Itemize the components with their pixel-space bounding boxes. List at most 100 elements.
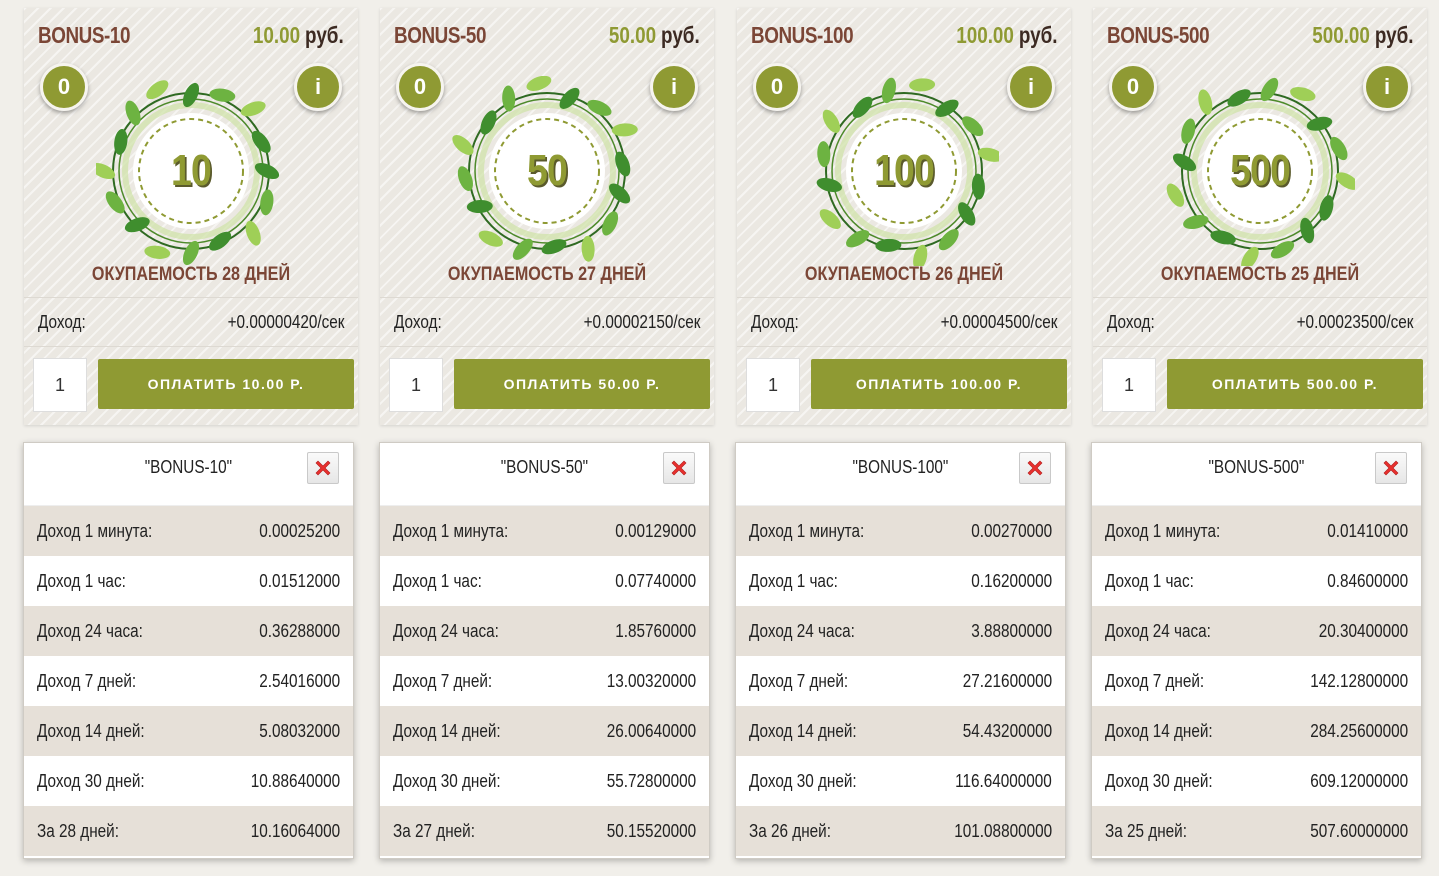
income-period-label: Доход 30 дней:: [749, 770, 857, 791]
popup-header: "BONUS-100": [736, 443, 1065, 506]
plan-title: BONUS-500: [1107, 22, 1210, 48]
income-period-label: Доход 1 минута:: [393, 520, 509, 541]
close-button[interactable]: [663, 452, 695, 484]
plan-card: BONUS-500 500.00 руб. 0 i 500 ОКУПАЕМОСТЬ…: [1093, 8, 1427, 425]
income-label: Доход:: [751, 311, 799, 332]
income-period-value: 116.64000000: [955, 770, 1052, 791]
quantity-input[interactable]: [746, 358, 800, 412]
income-table-row: За 26 дней: 101.08800000: [736, 806, 1065, 856]
payback-label: ОКУПАЕМОСТЬ 25 ДНЕЙ: [1160, 264, 1360, 285]
payback-label: ОКУПАЕМОСТЬ 26 ДНЕЙ: [804, 264, 1004, 285]
popup-title-wrap: "BONUS-100": [736, 457, 1065, 478]
close-x-icon: [671, 460, 687, 476]
plan-price-amount: 10.00: [253, 22, 301, 48]
income-period-label: Доход 7 дней:: [37, 670, 137, 691]
pay-button[interactable]: ОПЛАТИТЬ 50.00 Р.: [454, 359, 710, 409]
income-table-row: Доход 30 дней: 55.72800000: [380, 756, 709, 806]
income-popup: "BONUS-100" Доход 1 минута: 0.00270000 Д…: [735, 442, 1066, 859]
popup-header: "BONUS-50": [380, 443, 709, 506]
income-label: Доход:: [38, 311, 86, 332]
plan-price-amount: 50.00: [609, 22, 657, 48]
close-x-icon: [1027, 460, 1043, 476]
income-period-label: Доход 1 минута:: [749, 520, 865, 541]
income-period-value: 0.07740000: [615, 570, 696, 591]
info-button[interactable]: i: [294, 63, 342, 111]
wreath-number: 10: [171, 146, 212, 195]
purchased-count-badge: 0: [753, 63, 801, 111]
income-period-value: 3.88800000: [971, 620, 1052, 641]
income-row: Доход: +0.00000420/сек: [24, 297, 358, 347]
income-table-row: Доход 14 дней: 26.00640000: [380, 706, 709, 756]
income-period-value: 609.12000000: [1310, 770, 1408, 791]
income-table-row: Доход 7 дней: 142.12800000: [1092, 656, 1421, 706]
income-table-row: Доход 14 дней: 284.25600000: [1092, 706, 1421, 756]
pay-button[interactable]: ОПЛАТИТЬ 500.00 Р.: [1167, 359, 1423, 409]
plan-price: 100.00 руб.: [956, 22, 1057, 49]
income-period-value: 0.00025200: [259, 520, 340, 541]
income-table-row: Доход 24 часа: 3.88800000: [736, 606, 1065, 656]
income-popup: "BONUS-50" Доход 1 минута: 0.00129000 До…: [379, 442, 710, 859]
income-period-value: 1.85760000: [615, 620, 696, 641]
income-table-row: За 28 дней: 10.16064000: [24, 806, 353, 856]
popup-title-wrap: "BONUS-500": [1092, 457, 1421, 478]
income-period-value: 284.25600000: [1310, 720, 1408, 741]
income-value: +0.00002150/сек: [583, 311, 700, 332]
income-table-row: Доход 7 дней: 2.54016000: [24, 656, 353, 706]
close-button[interactable]: [307, 452, 339, 484]
income-period-label: Доход 14 дней:: [393, 720, 501, 741]
quantity-input[interactable]: [389, 358, 443, 412]
purchased-count-badge: 0: [40, 63, 88, 111]
income-period-label: Доход 1 час:: [1105, 570, 1194, 591]
income-table-row: Доход 30 дней: 116.64000000: [736, 756, 1065, 806]
income-period-value: 54.43200000: [962, 720, 1052, 741]
income-period-label: За 26 дней:: [749, 820, 831, 841]
income-table-row: Доход 1 минута: 0.00270000: [736, 506, 1065, 556]
income-period-value: 0.01410000: [1327, 520, 1408, 541]
plan-price-amount: 500.00: [1311, 22, 1370, 48]
income-period-label: За 27 дней:: [393, 820, 475, 841]
plan-card: BONUS-10 10.00 руб. 0 i 10 ОКУПАЕМОСТЬ 28…: [24, 8, 358, 425]
income-label: Доход:: [394, 311, 442, 332]
income-period-label: Доход 1 минута:: [1105, 520, 1221, 541]
income-table-row: Доход 1 час: 0.16200000: [736, 556, 1065, 606]
income-table-row: Доход 14 дней: 54.43200000: [736, 706, 1065, 756]
popup-title: "BONUS-50": [500, 457, 589, 477]
info-button[interactable]: i: [1007, 63, 1055, 111]
close-x-icon: [1383, 460, 1399, 476]
income-period-label: Доход 7 дней:: [1105, 670, 1205, 691]
wreath-number: 500: [1230, 146, 1291, 195]
quantity-input[interactable]: [33, 358, 87, 412]
quantity-input[interactable]: [1102, 358, 1156, 412]
income-popup: "BONUS-10" Доход 1 минута: 0.00025200 До…: [23, 442, 354, 859]
info-button[interactable]: i: [650, 63, 698, 111]
income-period-label: Доход 1 час:: [749, 570, 838, 591]
plan-price-amount: 100.00: [955, 22, 1014, 48]
income-period-label: Доход 14 дней:: [37, 720, 145, 741]
pay-button[interactable]: ОПЛАТИТЬ 100.00 Р.: [811, 359, 1067, 409]
popup-title: "BONUS-100": [852, 457, 949, 477]
income-table-row: Доход 1 час: 0.84600000: [1092, 556, 1421, 606]
income-period-value: 0.16200000: [971, 570, 1052, 591]
income-period-value: 26.00640000: [606, 720, 696, 741]
income-table-row: Доход 30 дней: 10.88640000: [24, 756, 353, 806]
income-table-row: Доход 24 часа: 0.36288000: [24, 606, 353, 656]
info-button[interactable]: i: [1363, 63, 1411, 111]
wreath-number: 50: [527, 146, 568, 195]
income-period-label: Доход 1 минута:: [37, 520, 153, 541]
income-period-label: За 25 дней:: [1105, 820, 1187, 841]
close-button[interactable]: [1375, 452, 1407, 484]
leaf-wreath-icon: 10: [90, 76, 286, 266]
income-period-value: 13.00320000: [606, 670, 696, 691]
leaf-wreath-icon: 50: [452, 75, 642, 266]
popup-header: "BONUS-500": [1092, 443, 1421, 506]
close-x-icon: [315, 460, 331, 476]
close-button[interactable]: [1019, 452, 1051, 484]
plan-price: 10.00 руб.: [253, 22, 344, 49]
income-table-row: Доход 7 дней: 13.00320000: [380, 656, 709, 706]
income-value: +0.00000420/сек: [227, 311, 344, 332]
popup-title-wrap: "BONUS-10": [24, 457, 353, 478]
plan-card: BONUS-100 100.00 руб. 0 i 100 ОКУПАЕМОСТЬ…: [737, 8, 1071, 425]
pay-button[interactable]: ОПЛАТИТЬ 10.00 Р.: [98, 359, 354, 409]
income-table-row: Доход 1 час: 0.07740000: [380, 556, 709, 606]
income-period-label: Доход 1 час:: [37, 570, 126, 591]
